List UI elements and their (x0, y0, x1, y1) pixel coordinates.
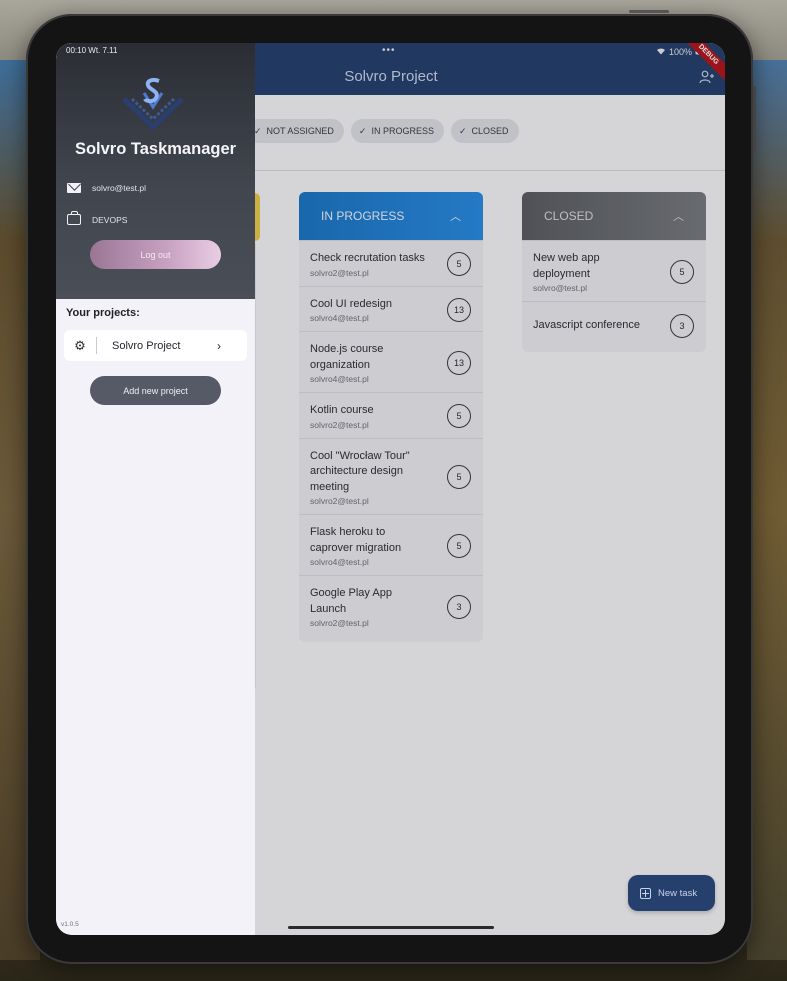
mail-icon (67, 183, 81, 193)
status-time: 00:10 (66, 46, 87, 55)
user-email-row: solvro@test.pl (67, 183, 146, 193)
add-box-icon (640, 887, 651, 899)
projects-heading: Your projects: (66, 307, 140, 319)
logout-button[interactable]: Log out (90, 240, 221, 269)
project-item[interactable]: ⚙ Solvro Project › (64, 330, 247, 361)
status-date: Wt. 7.11 (88, 46, 118, 55)
app-version: v1.0.5 (61, 921, 79, 928)
user-email: solvro@test.pl (92, 183, 146, 193)
user-role-row: DEVOPS (67, 211, 128, 225)
home-indicator[interactable] (288, 926, 494, 929)
chevron-right-icon: › (217, 338, 221, 353)
briefcase-icon (67, 211, 81, 225)
add-project-button[interactable]: Add new project (90, 376, 221, 405)
app-name: Solvro Taskmanager (74, 140, 237, 158)
background-right (747, 60, 787, 960)
gear-icon[interactable]: ⚙ (64, 338, 96, 354)
navigation-drawer: 00:10 Wt. 7.11 Solvro Taskmanager solvro… (56, 43, 255, 935)
new-task-button[interactable]: New task (628, 875, 715, 911)
app-logo (118, 77, 188, 133)
new-task-label: New task (658, 887, 698, 899)
device-side-button (753, 86, 756, 154)
status-bar-time: 00:10 Wt. 7.11 (66, 46, 117, 55)
screen: ••• Solvro Project 100% DEBUG ✓ NOT ASSI… (56, 43, 725, 935)
device-top-button (629, 10, 669, 13)
project-name: Solvro Project (112, 339, 181, 352)
drawer-header: 00:10 Wt. 7.11 Solvro Taskmanager solvro… (56, 43, 255, 299)
user-role: DEVOPS (92, 214, 128, 225)
